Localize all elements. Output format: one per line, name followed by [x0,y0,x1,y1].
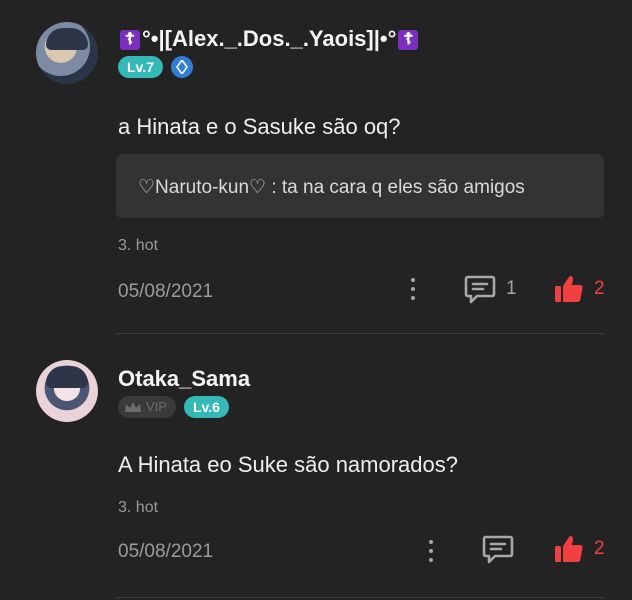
comment-text: A Hinata eo Suke são namorados? [118,452,459,477]
vip-badge: VIP [118,396,176,418]
reply-count: 1 [506,278,517,299]
comment-item: ☦ °•|[Alex._.Dos._.Yaois]|•° ☦ Lv.7 a Hina… [0,0,632,333]
reply-icon [464,275,496,304]
user-badges: VIP Lv.6 [118,396,229,418]
hot-label: 3. hot [118,237,159,254]
like-count: 2 [594,278,605,299]
comment-text: a Hinata e o Sasuke são oq? [118,114,401,139]
hot-label: 3. hot [118,499,159,516]
username[interactable]: ☦ °•|[Alex._.Dos._.Yaois]|•° ☦ [118,26,420,52]
avatar-art [46,366,88,388]
reply-button[interactable] [482,534,514,569]
level-badge: Lv.6 [183,396,229,418]
like-count: 2 [594,538,605,559]
comment-item: Otaka_Sama VIP Lv.6 A Hinata eo Suke são… [0,334,632,600]
vip-label: VIP [146,399,167,414]
verified-badge-icon [170,56,193,78]
avatar[interactable] [36,22,98,84]
username[interactable]: Otaka_Sama [118,366,250,392]
avatar-art [46,28,88,50]
divider [116,597,604,598]
like-button[interactable]: 2 [554,275,605,303]
reply-preview-text: ♡Naruto-kun♡ : ta na cara q eles são ami… [138,177,525,198]
reply-button[interactable]: 1 [464,274,517,304]
username-text: °•|[Alex._.Dos._.Yaois]|•° [142,26,397,51]
avatar[interactable] [36,360,98,422]
user-badges: Lv.7 [118,56,193,78]
more-icon[interactable] [427,540,435,562]
cross-icon: ☦ [398,30,419,50]
comment-date: 05/08/2021 [118,541,214,562]
comment-date: 05/08/2021 [118,281,214,302]
more-icon[interactable] [409,278,417,300]
reply-icon [482,535,514,564]
cross-icon: ☦ [120,30,140,50]
reply-preview[interactable]: ♡Naruto-kun♡ : ta na cara q eles são ami… [116,154,604,218]
crown-icon [125,402,141,412]
like-icon [555,536,583,562]
level-badge: Lv.7 [118,56,163,78]
like-button[interactable]: 2 [554,535,605,563]
like-icon [555,276,583,302]
